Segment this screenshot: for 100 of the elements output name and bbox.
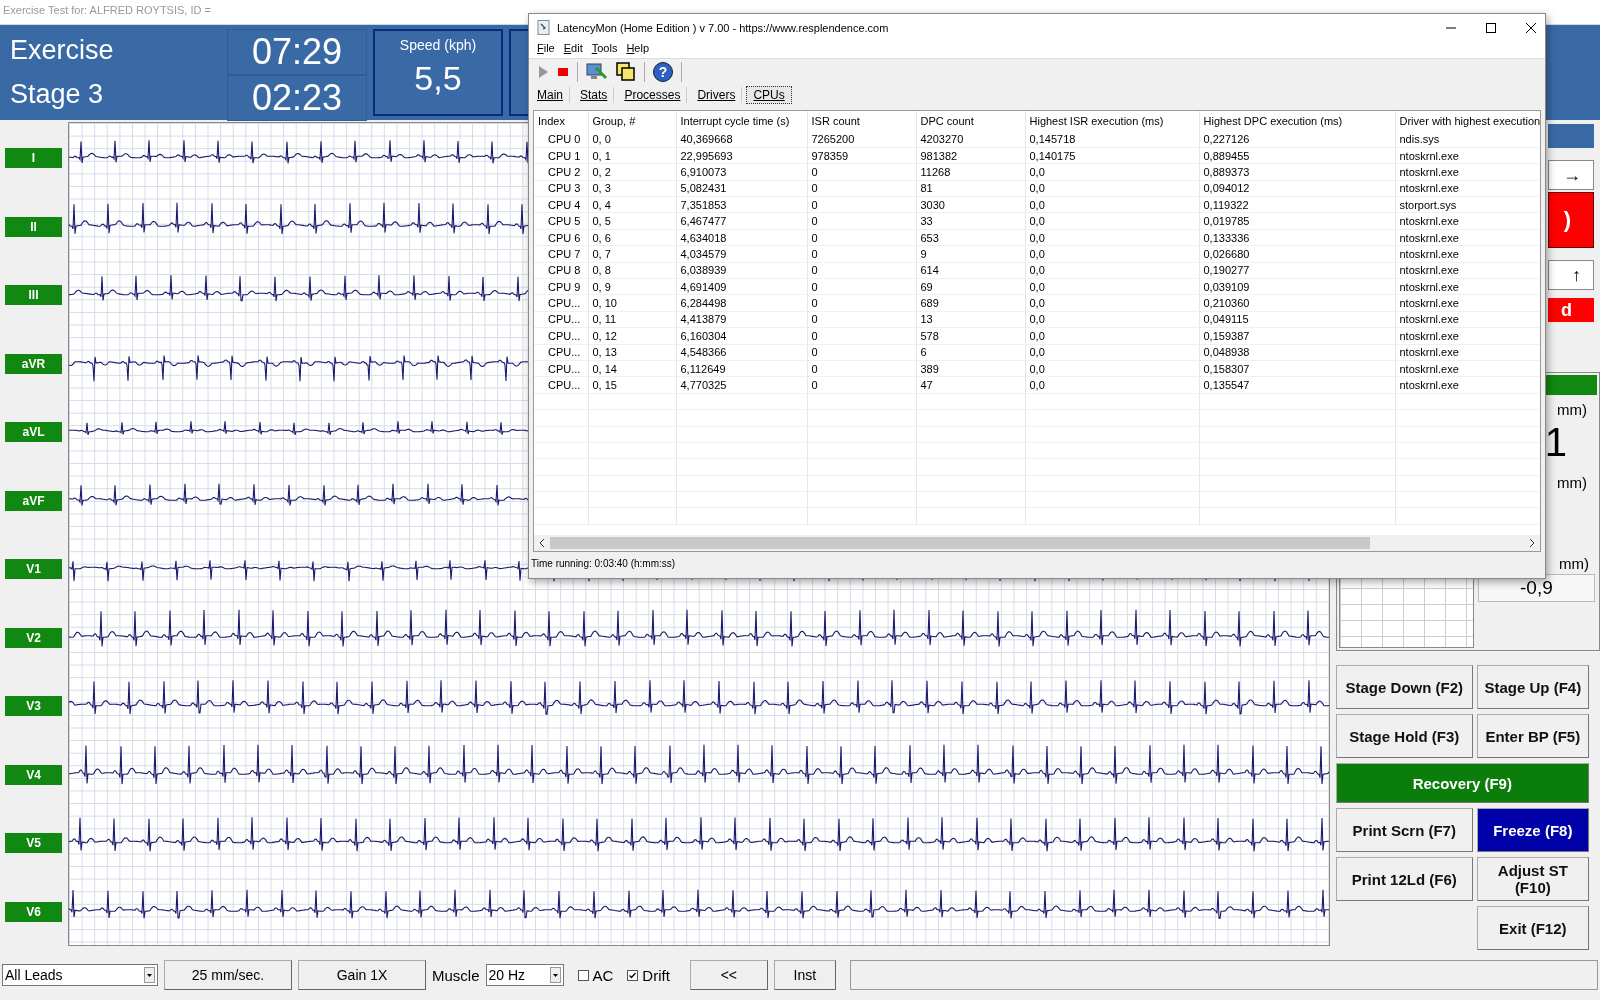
column-header[interactable]: Driver with highest execution [1395, 111, 1540, 131]
column-header[interactable]: Interrupt cycle time (s) [676, 111, 807, 131]
next-button[interactable]: → [1548, 159, 1594, 190]
help-icon[interactable]: ? [653, 61, 673, 82]
table-cell: 0, 12 [588, 327, 676, 345]
function-button[interactable]: Print 12Ld (F6) [1335, 857, 1473, 901]
table-cell: 0,145718 [1025, 131, 1199, 148]
table-cell: 81 [916, 180, 1025, 197]
alert-banner: d [1548, 297, 1594, 322]
table-cell: 0,0 [1025, 294, 1199, 312]
table-cell: ntoskrnl.exe [1395, 147, 1540, 164]
function-button[interactable]: Stage Down (F2) [1335, 665, 1473, 709]
column-header[interactable]: Index [534, 111, 588, 131]
tab[interactable]: CPUs [746, 86, 792, 104]
back-button[interactable]: << [689, 960, 768, 990]
lead-label: V2 [5, 627, 62, 648]
gain-button[interactable]: Gain 1X [298, 960, 426, 990]
tab[interactable]: Processes [618, 87, 688, 103]
total-time: 07:29 [227, 29, 367, 75]
table-cell: CPU 0 [534, 131, 588, 148]
function-button[interactable]: Print Scrn (F7) [1335, 808, 1473, 852]
table-cell: 0,889455 [1199, 147, 1395, 164]
st-unit-label: mm) [1557, 473, 1587, 491]
table-cell: CPU... [534, 327, 588, 345]
menu-item[interactable]: Tools [591, 42, 618, 57]
horizontal-scrollbar[interactable] [534, 535, 1540, 551]
function-button[interactable]: Exit (F12) [1476, 906, 1589, 950]
windows-icon[interactable] [616, 61, 636, 82]
table-cell: 0,048938 [1199, 344, 1395, 361]
maximize-icon[interactable] [1485, 21, 1497, 34]
table-cell: 0, 8 [588, 262, 676, 279]
table-cell: 6,112649 [676, 360, 807, 377]
inst-button[interactable]: Inst [773, 960, 836, 990]
table-cell: 0,190277 [1199, 262, 1395, 279]
stage-label: Stage 3 [10, 78, 105, 110]
table-cell: 9 [916, 245, 1025, 263]
function-button[interactable]: Enter BP (F5) [1476, 714, 1589, 758]
table-cell: 0 [807, 311, 916, 328]
table-cell: ntoskrnl.exe [1395, 212, 1540, 230]
function-button[interactable]: Stage Hold (F3) [1335, 714, 1473, 758]
speed-label: Speed (kph) [399, 37, 477, 53]
table-cell: 6,284498 [676, 294, 807, 312]
stop-icon[interactable] [557, 65, 569, 78]
monitor-icon[interactable] [586, 61, 608, 82]
st-value: 1 [1544, 419, 1567, 464]
table-cell: 4,770325 [676, 376, 807, 394]
table-cell: ntoskrnl.exe [1395, 163, 1540, 181]
column-header[interactable]: ISR count [807, 111, 916, 131]
close-icon[interactable] [1525, 21, 1537, 34]
column-header[interactable]: Highest DPC execution (ms) [1199, 111, 1395, 131]
function-button[interactable]: Adjust ST (F10) [1476, 857, 1589, 901]
alarm-button[interactable]: ) [1548, 191, 1594, 248]
scrollbar-thumb[interactable] [550, 537, 1370, 549]
up-button[interactable]: ↑ [1548, 259, 1594, 290]
table-cell: 0 [807, 327, 916, 345]
table-cell: 6,467477 [676, 212, 807, 230]
column-header[interactable]: Highest ISR execution (ms) [1025, 111, 1199, 131]
table-cell: CPU 2 [534, 163, 588, 181]
table-cell: 0,140175 [1025, 147, 1199, 164]
table-cell: 0,0 [1025, 278, 1199, 295]
table-cell: 4,034579 [676, 245, 807, 263]
table-cell: 0,039109 [1199, 278, 1395, 295]
function-button[interactable]: Stage Up (F4) [1476, 665, 1589, 709]
table-cell: 0,133336 [1199, 229, 1395, 246]
function-button[interactable]: Freeze (F8) [1476, 808, 1589, 852]
menu-item[interactable]: Help [626, 42, 650, 57]
filter-checkbox[interactable]: AC [577, 966, 614, 984]
tab[interactable]: Drivers [691, 87, 743, 103]
table-cell: 0,0 [1025, 163, 1199, 181]
table-cell: 0,0 [1025, 360, 1199, 377]
menu-item[interactable]: Edit [563, 42, 583, 57]
table-cell: 0,049115 [1199, 311, 1395, 328]
function-button[interactable]: Recovery (F9) [1335, 763, 1589, 803]
table-cell: 3030 [916, 196, 1025, 213]
table-cell: 0, 9 [588, 278, 676, 295]
lead-select[interactable]: All Leads [2, 964, 158, 986]
table-cell: 0, 10 [588, 294, 676, 312]
table-cell: 6,038939 [676, 262, 807, 279]
tab[interactable]: Stats [574, 87, 615, 103]
table-cell: 0 [807, 278, 916, 295]
table-cell: CPU 1 [534, 147, 588, 164]
filter-checkbox[interactable]: Drift [627, 966, 670, 984]
table-cell: ntoskrnl.exe [1395, 327, 1540, 345]
muscle-filter-select[interactable]: 20 Hz [485, 964, 564, 986]
tab[interactable]: Main [531, 87, 570, 103]
lead-label: III [5, 285, 62, 305]
table-cell: ntoskrnl.exe [1395, 344, 1540, 361]
table-cell: ntoskrnl.exe [1395, 229, 1540, 246]
scroll-right-icon[interactable] [1528, 538, 1536, 548]
column-header[interactable]: Group, # [588, 111, 676, 131]
table-cell: 4,691409 [676, 278, 807, 295]
sweep-speed-button[interactable]: 25 mm/sec. [164, 960, 292, 990]
lead-label: II [5, 216, 62, 237]
table-cell: 0 [807, 163, 916, 181]
table-cell: 689 [916, 294, 1025, 312]
column-header[interactable]: DPC count [916, 111, 1025, 131]
scroll-left-icon[interactable] [538, 538, 546, 548]
menu-item[interactable]: File [537, 42, 555, 57]
table-cell: 0,119322 [1199, 196, 1395, 213]
table-cell: 0, 7 [588, 245, 676, 263]
